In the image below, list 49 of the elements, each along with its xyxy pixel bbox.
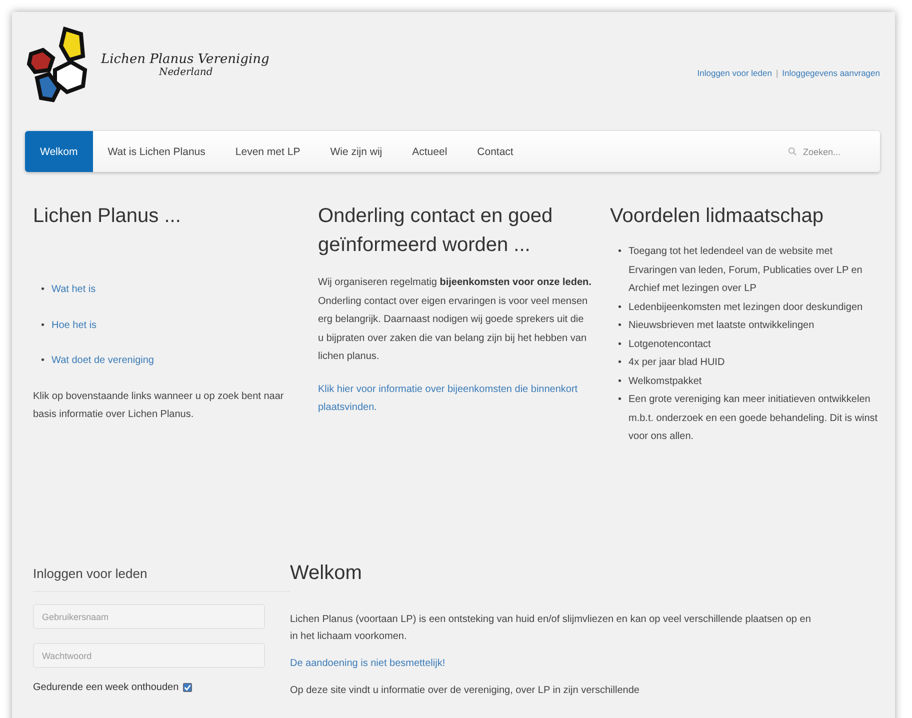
list-item: Lotgenotencontact [628,338,711,352]
paragraph: Lichen Planus (voortaan LP) is een ontsteking van huid en/of slijmvliezen en kan op veel verschillende plaatsen op en in het lichaam voorkomen. [290,613,812,644]
search-field[interactable]: Zoeken... [788,131,855,172]
section-heading: Welkom [290,562,363,585]
bullet-mark: • [618,245,622,259]
bullet-mark: • [618,319,622,333]
nav-tab[interactable]: Wat is Lichen Planus [92,131,220,172]
info-link[interactable]: De aandoening is niet besmettelijk! [290,655,446,672]
list-item: Nieuwsbrieven met laatste ontwikkelingen [628,319,814,333]
bullet-mark: • [41,354,45,368]
bullet-mark: • [618,300,622,314]
info-link[interactable]: Klik hier voor informatie over bijeenkomsten die binnenkort plaatsvinden. [318,380,592,418]
password-field[interactable]: Wachtwoord [33,643,265,668]
separator: | [776,68,778,78]
bullet-mark: • [618,338,622,352]
search-input[interactable]: Zoeken... [801,146,855,158]
checkbox-label: Gedurende een week onthouden [33,682,179,693]
list-item: 4x per jaar blad HUID [628,356,725,370]
section-heading: Onderling contact en goed geïnformeerd worden ... [318,204,554,258]
list-link[interactable]: Hoe het is [52,316,97,335]
logo-title: Lichen Planus Vereniging [101,52,270,67]
nav-tab[interactable]: Actueel [397,131,462,172]
username-field[interactable]: Gebruikersnaam [33,604,265,629]
list-link[interactable]: Wat doet de vereniging [52,352,154,370]
bullet-mark: • [618,356,622,370]
search-icon [788,147,797,156]
list-item: Welkomstpakket [628,374,702,388]
nav-tab[interactable]: Wie zijn wij [315,131,398,172]
section-heading: Lichen Planus ... [33,204,182,229]
bullet-mark: • [41,283,45,297]
header-link[interactable]: Inloggen voor leden [697,68,772,78]
header-link[interactable]: Inloggegevens aanvragen [782,68,880,78]
bullet-mark: • [618,374,622,388]
list-item: Toegang tot het ledendeel van de website met Ervaringen van leden, Forum, Publicaties over LP en Archief met lezingen over LP [628,245,864,296]
remember-checkbox[interactable] [182,683,192,692]
bullet-mark: • [618,393,622,407]
paragraph: Klik op bovenstaande links wanneer u op zoek bent naar basis informatie over Lichen Planus. [33,390,285,422]
section-heading: Voordelen lidmaatschap [610,204,824,229]
nav-tab[interactable]: Leven met LP [220,131,316,172]
bullet-mark: • [41,318,45,332]
paragraph: Op deze site vindt u informatie over de vereniging, over LP in zijn verschillende [290,684,640,698]
logo-subtitle: Nederland [158,67,214,78]
list-link[interactable]: Wat het is [52,281,96,300]
nav-tab[interactable]: Contact [462,131,528,172]
nav-tab[interactable]: Welkom [25,131,93,172]
section-heading: Inloggen voor leden [33,554,290,592]
paragraph: Wij organiseren regelmatig bijeenkomsten voor onze leden. Onderling contact over eigen ervaringen is voor veel mensen erg belangrijk. Daarnaast nodigen wij goede sprekers uit die u bijpraten over zaken die van belang zijn bij het hebben van lichen planus. [318,276,592,364]
list-item: Ledenbijeenkomsten met lezingen door deskundigen [628,300,863,314]
list-item: Een grote vereniging kan meer initiatieven ontwikkelen m.b.t. onderzoek en een goede behandeling. Dit is winst voor ons allen. [628,393,879,444]
